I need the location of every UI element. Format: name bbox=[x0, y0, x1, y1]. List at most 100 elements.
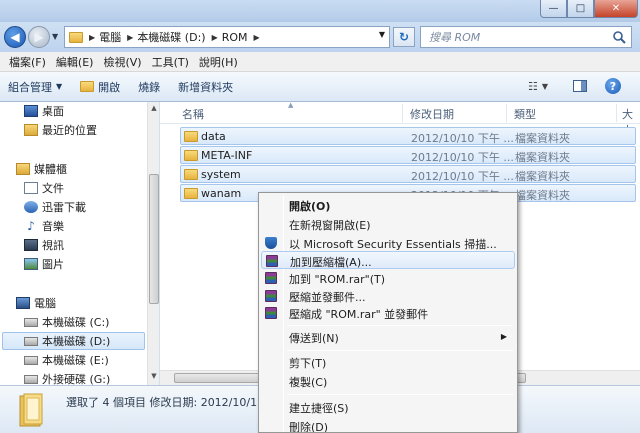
menu-help[interactable]: 說明(H) bbox=[194, 54, 243, 70]
help-icon: ? bbox=[609, 79, 617, 93]
ctx-item-compress-rom-email[interactable]: 壓縮成 "ROM.rar" 並發郵件 bbox=[261, 304, 515, 322]
ctx-item-open-new-window[interactable]: 在新視窗開啟(E) bbox=[261, 215, 515, 233]
nav-item-documents[interactable]: 文件 bbox=[24, 179, 64, 197]
nav-item-label: 桌面 bbox=[42, 105, 64, 118]
file-row[interactable]: META-INF 2012/10/10 下午 ... 檔案資料夾 bbox=[180, 146, 636, 164]
title-bar: — □ ✕ bbox=[0, 0, 640, 22]
menu-separator bbox=[287, 350, 513, 351]
chevron-right-icon[interactable]: ▶ bbox=[89, 33, 95, 42]
minimize-button[interactable]: — bbox=[540, 0, 567, 18]
nav-item-drive-g[interactable]: 外接硬碟 (G:) bbox=[24, 370, 110, 385]
nav-item-drive-c[interactable]: 本機磁碟 (C:) bbox=[24, 313, 109, 331]
scroll-up-icon[interactable]: ▲ bbox=[149, 104, 159, 114]
file-type: 檔案資料夾 bbox=[515, 189, 570, 202]
ctx-item-label: 開啟(O) bbox=[289, 200, 331, 213]
ctx-item-delete[interactable]: 刪除(D) bbox=[261, 417, 515, 433]
ctx-item-copy[interactable]: 複製(C) bbox=[261, 372, 515, 390]
nav-item-label: 視訊 bbox=[42, 239, 64, 252]
scrollbar-thumb[interactable] bbox=[149, 174, 159, 304]
nav-item-desktop[interactable]: 桌面 bbox=[24, 102, 64, 120]
refresh-button[interactable]: ↻ bbox=[393, 27, 415, 47]
chevron-down-icon[interactable]: ▼ bbox=[379, 30, 385, 39]
ctx-item-compress-email[interactable]: 壓縮並發郵件... bbox=[261, 287, 515, 305]
new-folder-button[interactable]: 新增資料夾 bbox=[178, 79, 233, 95]
column-divider[interactable] bbox=[616, 104, 617, 122]
back-button[interactable]: ◀ bbox=[4, 26, 26, 48]
close-button[interactable]: ✕ bbox=[594, 0, 638, 18]
file-date: 2012/10/10 下午 ... bbox=[411, 170, 514, 183]
change-view-button[interactable]: ☷ ▼ bbox=[528, 80, 548, 93]
nav-pane-scrollbar[interactable]: ▲ ▼ bbox=[147, 102, 159, 385]
folder-icon bbox=[19, 393, 43, 427]
ctx-item-label: 壓縮並發郵件... bbox=[289, 291, 366, 304]
menu-tools[interactable]: 工具(T) bbox=[147, 54, 194, 70]
menu-separator bbox=[287, 325, 513, 326]
chevron-right-icon[interactable]: ▶ bbox=[212, 33, 218, 42]
breadcrumb-drive-d[interactable]: 本機磁碟 (D:) bbox=[137, 29, 205, 45]
nav-item-thunder-downloads[interactable]: 迅雷下載 bbox=[24, 198, 86, 216]
ctx-item-scan-mse[interactable]: 以 Microsoft Security Essentials 掃描... bbox=[261, 234, 515, 252]
view-list-icon: ☷ bbox=[528, 80, 538, 93]
burn-button[interactable]: 燒錄 bbox=[138, 79, 160, 95]
ctx-item-label: 刪除(D) bbox=[289, 421, 329, 433]
nav-item-videos[interactable]: 視訊 bbox=[24, 236, 64, 254]
nav-item-label: 圖片 bbox=[42, 258, 64, 271]
address-bar[interactable]: ▶ 電腦 ▶ 本機磁碟 (D:) ▶ ROM ▶ ▼ bbox=[64, 26, 390, 48]
libraries-icon bbox=[16, 163, 30, 175]
recent-pages-dropdown[interactable]: ▼ bbox=[52, 32, 58, 41]
column-header-name[interactable]: 名稱 bbox=[182, 106, 204, 122]
ctx-item-send-to[interactable]: 傳送到(N) ▶ bbox=[261, 328, 515, 346]
open-button[interactable]: 開啟 bbox=[80, 79, 120, 95]
ctx-item-label: 加到壓縮檔(A)... bbox=[290, 256, 372, 269]
breadcrumb-rom[interactable]: ROM bbox=[222, 31, 248, 44]
chevron-right-icon[interactable]: ▶ bbox=[127, 33, 133, 42]
folder-icon bbox=[184, 131, 198, 142]
nav-item-label: 迅雷下載 bbox=[42, 201, 86, 214]
column-headers: ▲ 名稱 修改日期 類型 大小 bbox=[160, 101, 640, 137]
preview-pane-button[interactable] bbox=[573, 80, 587, 92]
search-input[interactable]: 搜尋 ROM bbox=[420, 26, 632, 48]
menu-edit[interactable]: 編輯(E) bbox=[51, 54, 99, 70]
column-divider[interactable] bbox=[506, 104, 507, 122]
chevron-down-icon: ▼ bbox=[541, 82, 549, 91]
nav-item-recent-places[interactable]: 最近的位置 bbox=[24, 121, 97, 139]
help-button[interactable]: ? bbox=[605, 78, 621, 94]
column-header-date[interactable]: 修改日期 bbox=[410, 106, 454, 122]
recent-places-icon bbox=[24, 124, 38, 136]
scroll-down-icon[interactable]: ▼ bbox=[149, 372, 159, 382]
nav-item-pictures[interactable]: 圖片 bbox=[24, 255, 64, 273]
forward-button[interactable]: ▶ bbox=[28, 26, 50, 48]
ctx-item-label: 以 Microsoft Security Essentials 掃描... bbox=[289, 238, 497, 251]
column-header-type[interactable]: 類型 bbox=[514, 106, 536, 122]
ctx-item-add-to-rom-rar[interactable]: 加到 "ROM.rar"(T) bbox=[261, 269, 515, 287]
nav-item-music[interactable]: ♪ 音樂 bbox=[24, 217, 64, 235]
nav-item-label: 本機磁碟 (D:) bbox=[42, 335, 111, 348]
maximize-button[interactable]: □ bbox=[567, 0, 594, 18]
menu-file[interactable]: 檔案(F) bbox=[4, 54, 51, 70]
context-menu: 開啟(O) 在新視窗開啟(E) 以 Microsoft Security Ess… bbox=[258, 192, 518, 433]
ctx-item-label: 加到 "ROM.rar"(T) bbox=[289, 273, 385, 286]
search-icon[interactable] bbox=[612, 30, 626, 44]
ctx-item-open[interactable]: 開啟(O) bbox=[261, 196, 515, 214]
chevron-right-icon[interactable]: ▶ bbox=[254, 33, 260, 42]
hard-drive-icon bbox=[24, 355, 38, 365]
music-note-icon: ♪ bbox=[27, 219, 35, 233]
file-row[interactable]: data 2012/10/10 下午 ... 檔案資料夾 bbox=[180, 127, 636, 145]
organize-button[interactable]: 組合管理 ▼ bbox=[8, 79, 62, 95]
picture-icon bbox=[24, 258, 38, 270]
ctx-item-add-to-archive[interactable]: 加到壓縮檔(A)... bbox=[261, 251, 515, 269]
winrar-icon bbox=[265, 290, 277, 302]
new-folder-label: 新增資料夾 bbox=[178, 80, 234, 94]
file-type: 檔案資料夾 bbox=[515, 151, 570, 164]
breadcrumb-computer[interactable]: 電腦 bbox=[99, 29, 121, 45]
nav-item-drive-d[interactable]: 本機磁碟 (D:) bbox=[2, 332, 145, 350]
column-divider[interactable] bbox=[402, 104, 403, 122]
ctx-item-create-shortcut[interactable]: 建立捷徑(S) bbox=[261, 398, 515, 416]
menu-view[interactable]: 檢視(V) bbox=[98, 54, 146, 70]
ctx-item-cut[interactable]: 剪下(T) bbox=[261, 353, 515, 371]
nav-item-computer[interactable]: 電腦 bbox=[16, 294, 56, 312]
file-row[interactable]: system 2012/10/10 下午 ... 檔案資料夾 bbox=[180, 165, 636, 183]
file-type: 檔案資料夾 bbox=[515, 170, 570, 183]
nav-item-libraries[interactable]: 媒體櫃 bbox=[16, 160, 67, 178]
nav-item-drive-e[interactable]: 本機磁碟 (E:) bbox=[24, 351, 109, 369]
